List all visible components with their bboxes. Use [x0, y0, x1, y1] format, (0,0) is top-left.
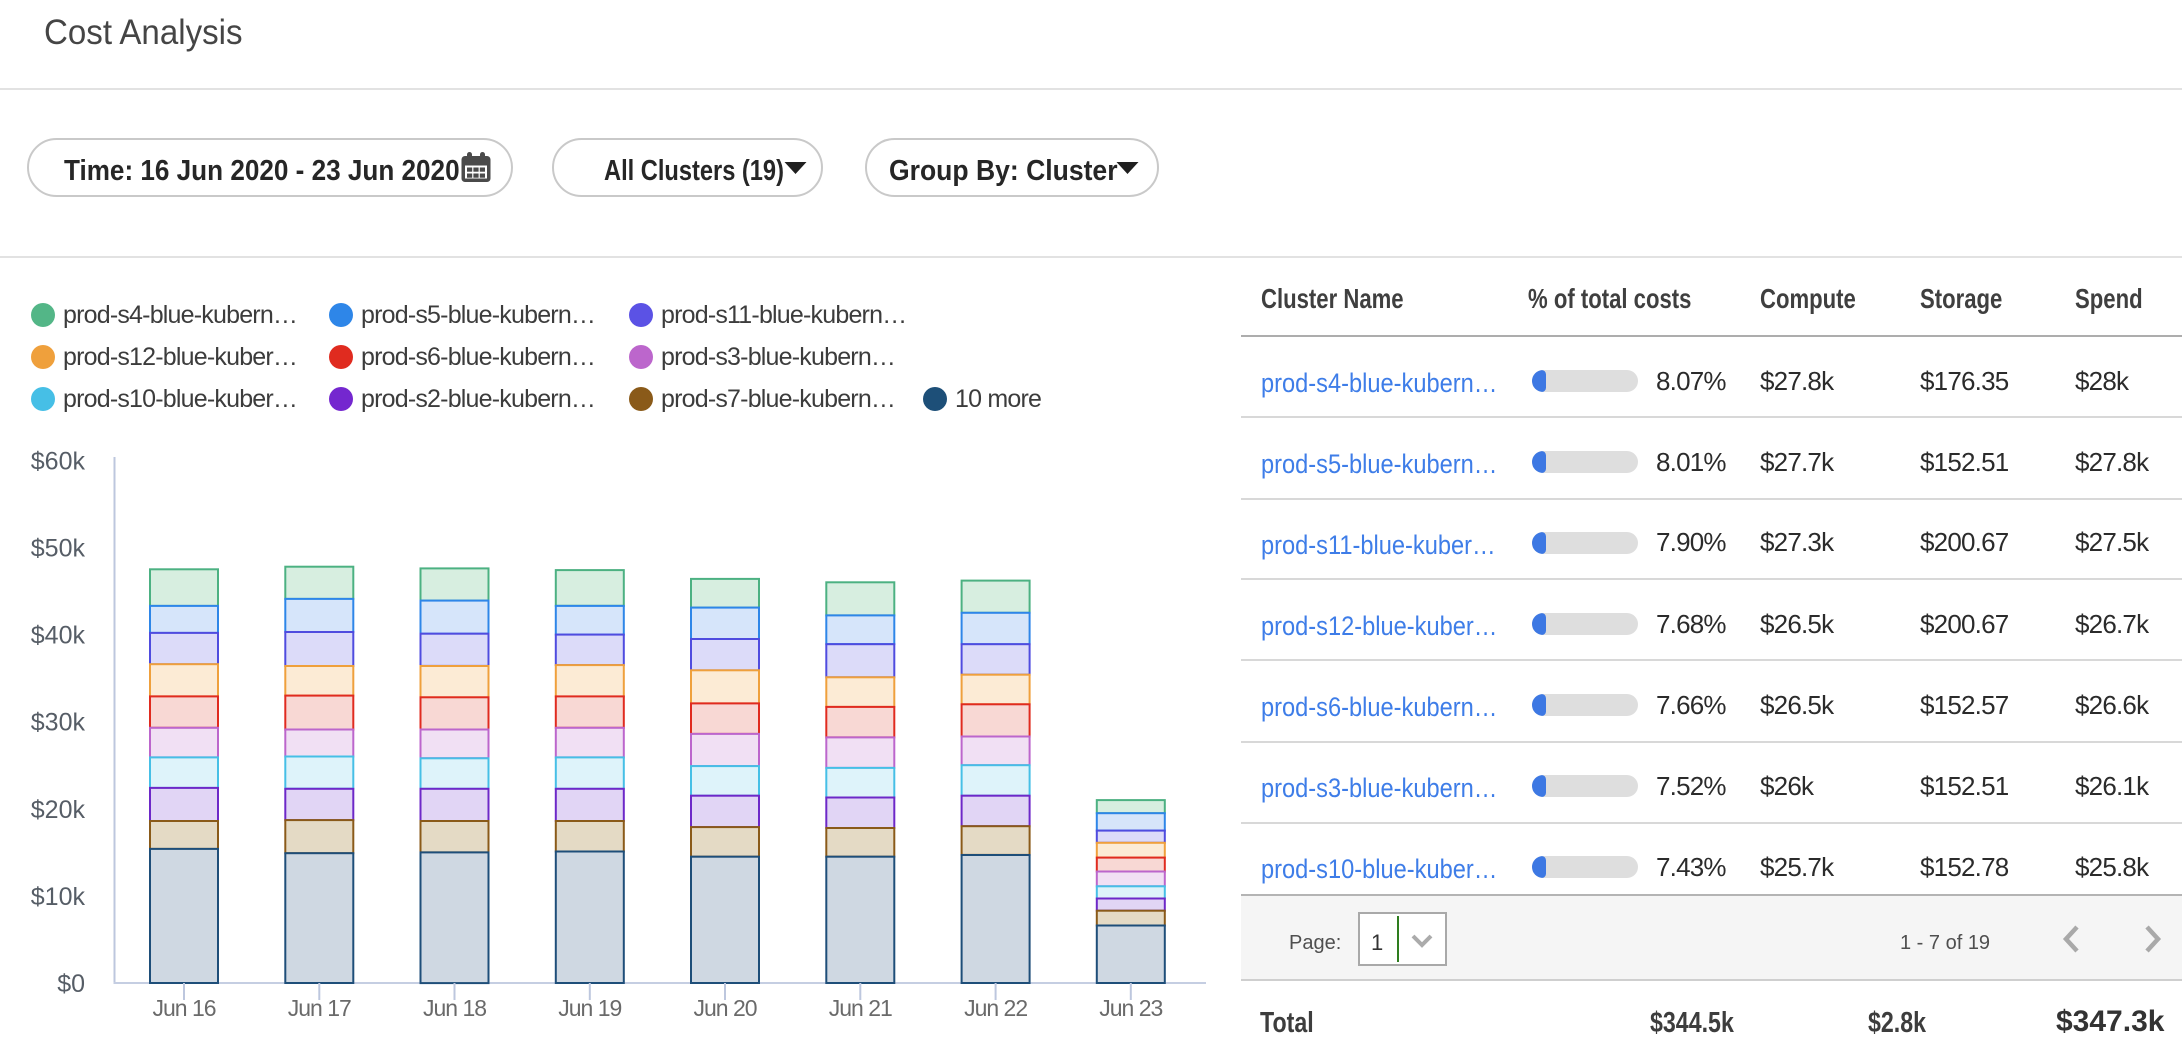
svg-text:Jun 16: Jun 16: [152, 995, 215, 1021]
svg-text:Jun 17: Jun 17: [288, 995, 351, 1021]
svg-text:Jun 20: Jun 20: [693, 995, 756, 1021]
svg-text:Jun 19: Jun 19: [558, 995, 621, 1021]
svg-text:Jun 18: Jun 18: [423, 995, 486, 1021]
svg-text:Jun 21: Jun 21: [829, 995, 892, 1021]
svg-text:$40k: $40k: [31, 622, 86, 650]
svg-text:Jun 23: Jun 23: [1099, 995, 1162, 1021]
svg-text:$50k: $50k: [31, 535, 86, 563]
svg-text:$20k: $20k: [31, 796, 86, 824]
svg-text:$30k: $30k: [31, 709, 86, 737]
svg-text:Jun 22: Jun 22: [964, 995, 1027, 1021]
svg-text:$10k: $10k: [31, 883, 86, 911]
svg-text:$60k: $60k: [31, 447, 86, 475]
svg-text:$0: $0: [57, 970, 85, 998]
